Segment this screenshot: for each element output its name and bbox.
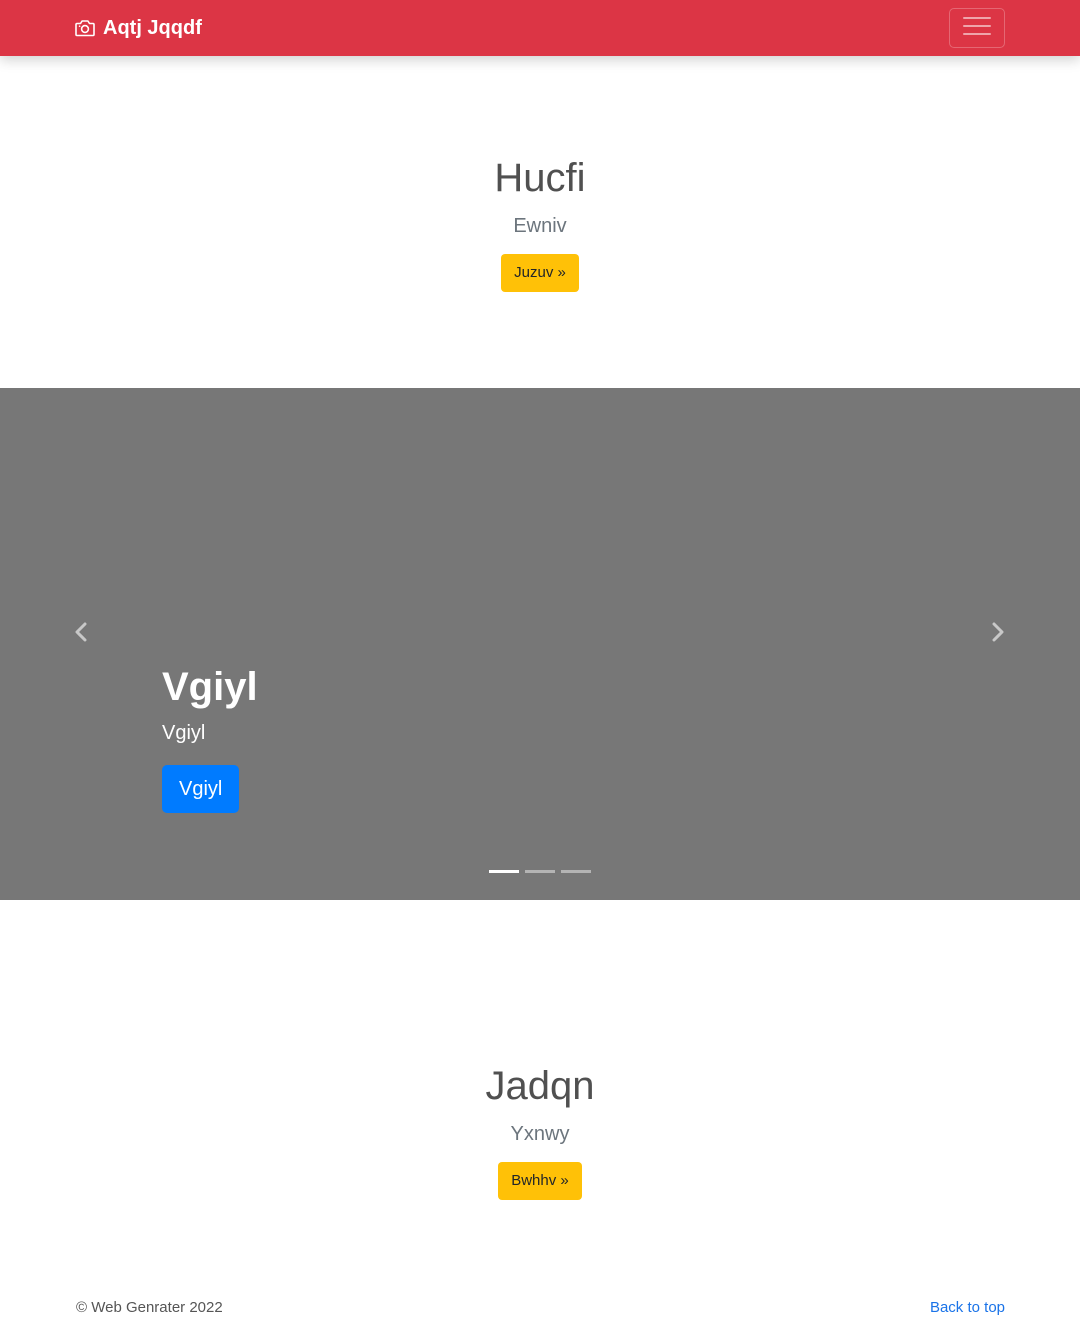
hero-section-1: Hucfi Ewniv Juzuv » (0, 154, 1080, 292)
brand-label: Aqtj Jqqdf (103, 16, 202, 39)
hamburger-menu-icon (963, 15, 991, 42)
section-action-button[interactable]: Juzuv » (501, 254, 579, 292)
section-title: Hucfi (494, 156, 586, 200)
section-subtitle: Ewniv (513, 215, 567, 237)
carousel-indicator-1[interactable] (489, 870, 519, 873)
carousel-indicator-3[interactable] (561, 870, 591, 873)
chevron-left-icon (74, 622, 88, 647)
section-subtitle: Yxnwy (510, 1123, 570, 1145)
carousel-caption-title: Vgiyl (162, 665, 258, 709)
navbar: Aqtj Jqqdf (0, 0, 1080, 56)
carousel-caption-text: Vgiyl (162, 722, 206, 744)
section-action-button[interactable]: Bwhhv » (498, 1162, 582, 1200)
chevron-right-icon (991, 622, 1005, 647)
camera-icon (75, 19, 95, 37)
carousel-next-button[interactable] (988, 622, 1008, 646)
carousel-prev-button[interactable] (71, 622, 91, 646)
carousel: Vgiyl Vgiyl Vgiyl (0, 388, 1080, 900)
carousel-caption: Vgiyl Vgiyl Vgiyl (162, 663, 258, 813)
footer-copyright: © Web Genrater 2022 (76, 1299, 223, 1316)
navbar-toggler-button[interactable] (949, 8, 1005, 48)
hero-section-2: Jadqn Yxnwy Bwhhv » (0, 1062, 1080, 1200)
carousel-indicator-2[interactable] (525, 870, 555, 873)
brand-link[interactable]: Aqtj Jqqdf (75, 14, 202, 42)
carousel-indicators (489, 870, 591, 873)
carousel-caption-button[interactable]: Vgiyl (162, 765, 240, 813)
back-to-top-link[interactable]: Back to top (930, 1298, 1005, 1318)
section-title: Jadqn (485, 1064, 595, 1108)
